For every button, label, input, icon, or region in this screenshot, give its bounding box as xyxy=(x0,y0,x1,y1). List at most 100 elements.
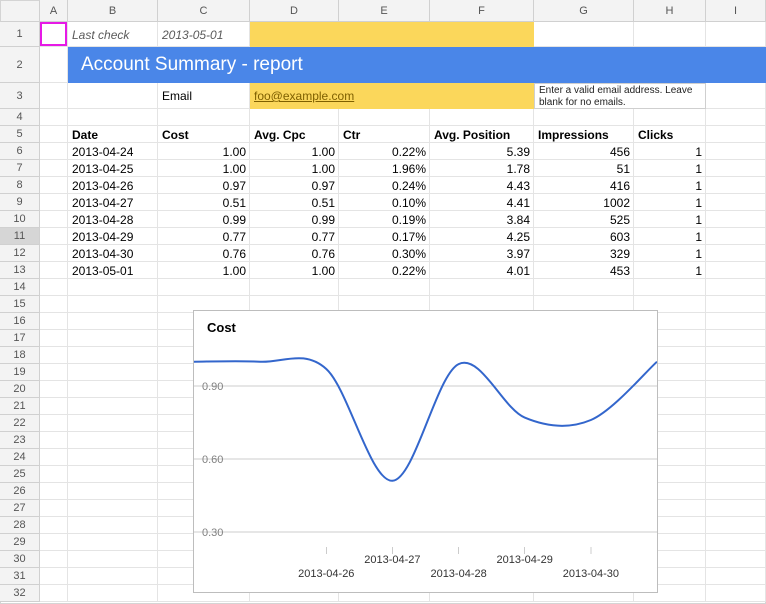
col-header-H[interactable]: H xyxy=(634,0,706,22)
table-cell[interactable]: 1002 xyxy=(534,194,634,211)
table-header-4[interactable]: Avg. Position xyxy=(430,126,534,143)
table-cell[interactable]: 1.00 xyxy=(158,143,250,160)
table-cell[interactable]: 0.76 xyxy=(250,245,339,262)
row-header-19[interactable]: 19 xyxy=(0,364,40,381)
table-cell[interactable]: 0.99 xyxy=(250,211,339,228)
cell-email-note[interactable]: Enter a valid email address. Leave blank… xyxy=(534,83,706,109)
row-header-15[interactable]: 15 xyxy=(0,296,40,313)
row-header-28[interactable]: 28 xyxy=(0,517,40,534)
row-header-12[interactable]: 12 xyxy=(0,245,40,262)
table-header-1[interactable]: Cost xyxy=(158,126,250,143)
table-cell[interactable]: 2013-04-30 xyxy=(68,245,158,262)
table-cell[interactable]: 1 xyxy=(634,262,706,279)
cell-last-check-value[interactable]: 2013-05-01 xyxy=(158,22,250,47)
table-cell[interactable]: 0.97 xyxy=(250,177,339,194)
row-header-29[interactable]: 29 xyxy=(0,534,40,551)
table-cell[interactable]: 1.00 xyxy=(158,262,250,279)
table-cell[interactable]: 0.51 xyxy=(250,194,339,211)
row-header-10[interactable]: 10 xyxy=(0,211,40,228)
table-cell[interactable]: 329 xyxy=(534,245,634,262)
table-cell[interactable]: 2013-04-27 xyxy=(68,194,158,211)
table-header-0[interactable]: Date xyxy=(68,126,158,143)
col-header-D[interactable]: D xyxy=(250,0,339,22)
table-cell[interactable]: 0.76 xyxy=(158,245,250,262)
table-cell[interactable]: 0.99 xyxy=(158,211,250,228)
embedded-chart[interactable]: Cost 0.300.600.902013-04-262013-04-27201… xyxy=(193,310,658,593)
row-header-5[interactable]: 5 xyxy=(0,126,40,143)
table-cell[interactable]: 4.25 xyxy=(430,228,534,245)
row-header-2[interactable]: 2 xyxy=(0,47,40,83)
table-cell[interactable]: 4.41 xyxy=(430,194,534,211)
table-cell[interactable]: 1.96% xyxy=(339,160,430,177)
table-header-3[interactable]: Ctr xyxy=(339,126,430,143)
cell-last-check-label[interactable]: Last check xyxy=(68,22,158,47)
row-header-32[interactable]: 32 xyxy=(0,585,40,602)
table-header-6[interactable]: Clicks xyxy=(634,126,706,143)
row-header-3[interactable]: 3 xyxy=(0,83,40,109)
table-cell[interactable]: 4.01 xyxy=(430,262,534,279)
table-cell[interactable]: 1.00 xyxy=(250,143,339,160)
col-header-B[interactable]: B xyxy=(68,0,158,22)
table-cell[interactable]: 525 xyxy=(534,211,634,228)
row-header-30[interactable]: 30 xyxy=(0,551,40,568)
cell-email-input[interactable]: foo@example.com xyxy=(250,83,534,109)
table-cell[interactable]: 1.00 xyxy=(158,160,250,177)
row-header-16[interactable]: 16 xyxy=(0,313,40,330)
col-header-C[interactable]: C xyxy=(158,0,250,22)
row-header-22[interactable]: 22 xyxy=(0,415,40,432)
table-cell[interactable]: 1 xyxy=(634,143,706,160)
row-header-7[interactable]: 7 xyxy=(0,160,40,177)
row-header-18[interactable]: 18 xyxy=(0,347,40,364)
row-header-25[interactable]: 25 xyxy=(0,466,40,483)
row-header-31[interactable]: 31 xyxy=(0,568,40,585)
table-cell[interactable]: 3.84 xyxy=(430,211,534,228)
col-header-E[interactable]: E xyxy=(339,0,430,22)
table-cell[interactable]: 4.43 xyxy=(430,177,534,194)
table-cell[interactable]: 3.97 xyxy=(430,245,534,262)
row-header-17[interactable]: 17 xyxy=(0,330,40,347)
select-all-corner[interactable] xyxy=(0,0,40,22)
col-header-I[interactable]: I xyxy=(706,0,766,22)
row-header-1[interactable]: 1 xyxy=(0,22,40,47)
table-cell[interactable]: 0.30% xyxy=(339,245,430,262)
table-header-5[interactable]: Impressions xyxy=(534,126,634,143)
table-cell[interactable]: 0.22% xyxy=(339,262,430,279)
table-cell[interactable]: 2013-05-01 xyxy=(68,262,158,279)
table-cell[interactable]: 2013-04-28 xyxy=(68,211,158,228)
table-cell[interactable]: 453 xyxy=(534,262,634,279)
row-header-8[interactable]: 8 xyxy=(0,177,40,194)
cell-email-label[interactable]: Email xyxy=(158,83,250,109)
row-header-13[interactable]: 13 xyxy=(0,262,40,279)
row-header-14[interactable]: 14 xyxy=(0,279,40,296)
row-header-6[interactable]: 6 xyxy=(0,143,40,160)
cell-input-highlight[interactable] xyxy=(250,22,534,47)
table-cell[interactable]: 0.19% xyxy=(339,211,430,228)
banner-title-cell[interactable]: Account Summary - report xyxy=(68,47,766,83)
table-cell[interactable]: 1.00 xyxy=(250,160,339,177)
row-header-26[interactable]: 26 xyxy=(0,483,40,500)
email-link[interactable]: foo@example.com xyxy=(254,89,354,103)
col-header-G[interactable]: G xyxy=(534,0,634,22)
table-cell[interactable]: 1.78 xyxy=(430,160,534,177)
table-cell[interactable]: 1 xyxy=(634,177,706,194)
table-cell[interactable]: 0.77 xyxy=(250,228,339,245)
row-header-27[interactable]: 27 xyxy=(0,500,40,517)
table-cell[interactable]: 1 xyxy=(634,245,706,262)
table-cell[interactable]: 2013-04-26 xyxy=(68,177,158,194)
table-cell[interactable]: 1 xyxy=(634,194,706,211)
table-cell[interactable]: 0.24% xyxy=(339,177,430,194)
table-cell[interactable]: 0.51 xyxy=(158,194,250,211)
table-cell[interactable]: 2013-04-29 xyxy=(68,228,158,245)
table-cell[interactable]: 0.10% xyxy=(339,194,430,211)
row-header-21[interactable]: 21 xyxy=(0,398,40,415)
table-cell[interactable]: 2013-04-25 xyxy=(68,160,158,177)
table-cell[interactable]: 416 xyxy=(534,177,634,194)
table-cell[interactable]: 2013-04-24 xyxy=(68,143,158,160)
row-header-24[interactable]: 24 xyxy=(0,449,40,466)
col-header-A[interactable]: A xyxy=(40,0,68,22)
row-header-23[interactable]: 23 xyxy=(0,432,40,449)
table-cell[interactable]: 1 xyxy=(634,228,706,245)
row-header-11[interactable]: 11 xyxy=(0,228,40,245)
table-cell[interactable]: 51 xyxy=(534,160,634,177)
table-cell[interactable]: 0.22% xyxy=(339,143,430,160)
